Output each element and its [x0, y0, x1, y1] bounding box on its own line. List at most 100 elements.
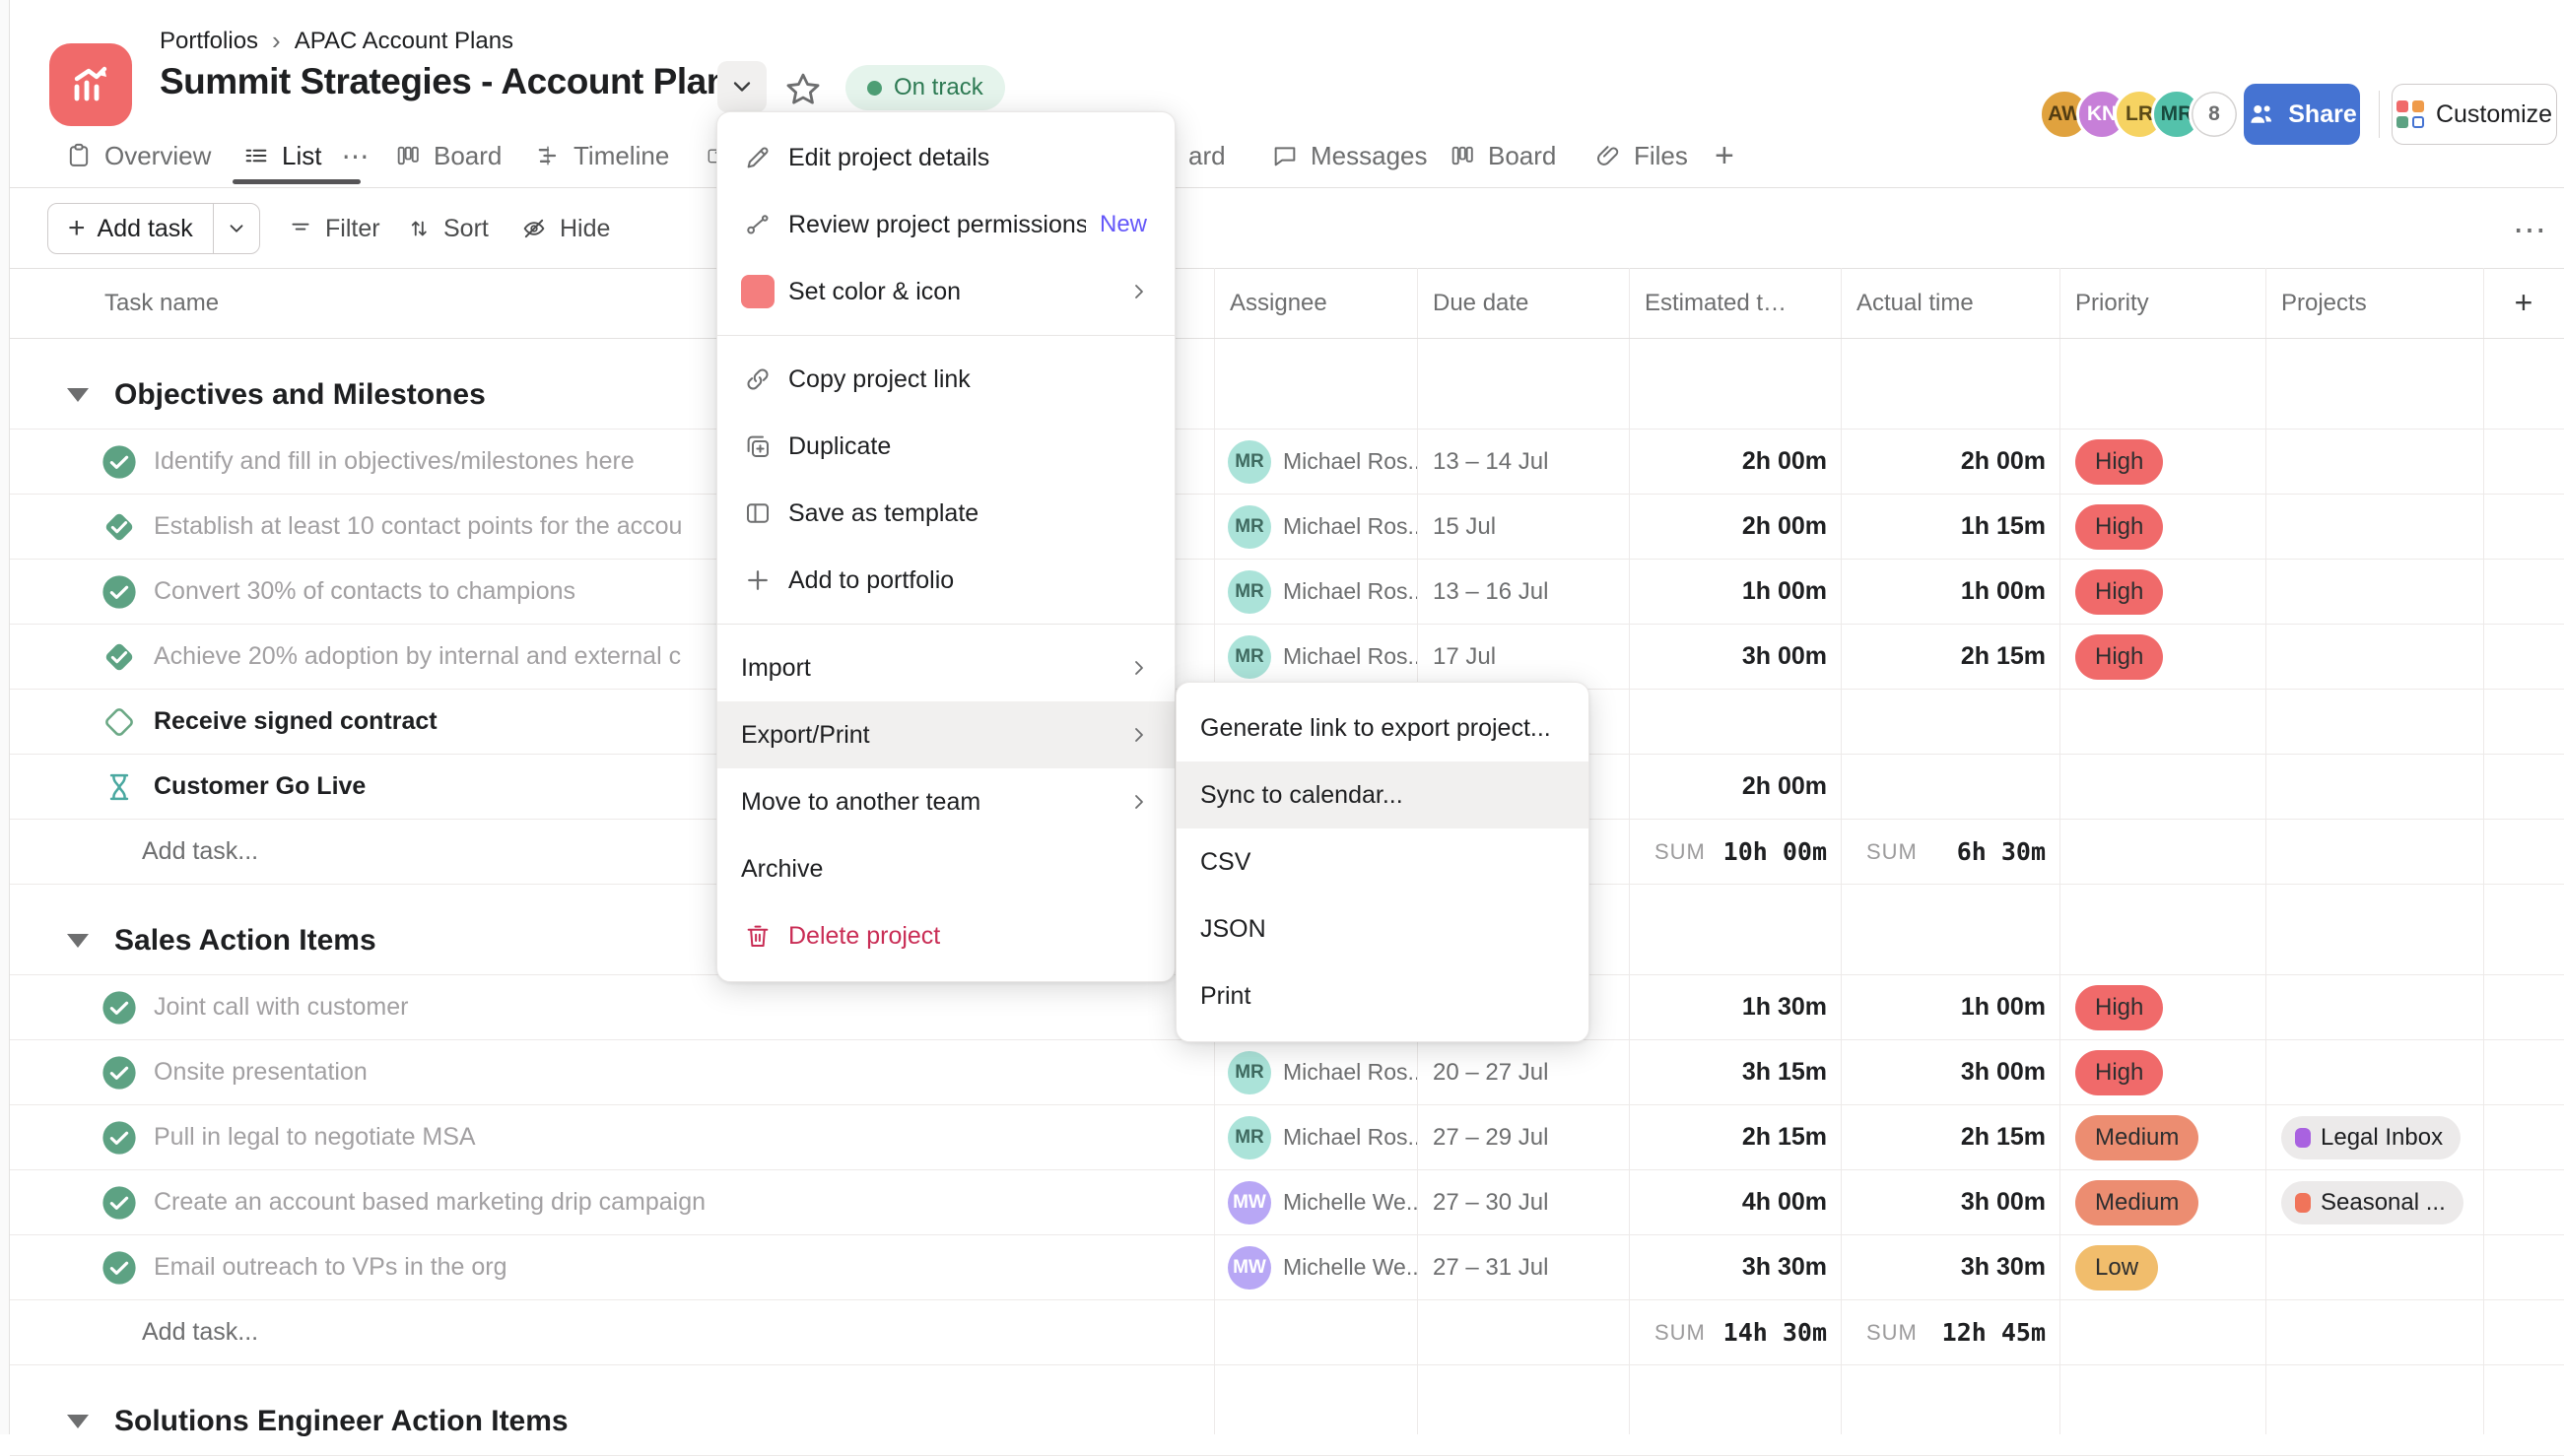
favorite-star-button[interactable]: [782, 69, 824, 110]
sort-button[interactable]: Sort: [406, 203, 489, 254]
priority-cell[interactable]: High: [2059, 495, 2265, 559]
estimated-time-cell[interactable]: 2h 00m: [1629, 495, 1841, 559]
estimated-time-cell[interactable]: 3h 00m: [1629, 625, 1841, 689]
actual-time-cell[interactable]: 3h 00m: [1841, 1040, 2059, 1104]
priority-badge[interactable]: High: [2075, 1050, 2163, 1095]
tab-board[interactable]: Board: [394, 128, 502, 183]
estimated-time-cell[interactable]: 2h 15m: [1629, 1105, 1841, 1169]
assignee-cell[interactable]: MRMichael Ros...: [1214, 495, 1417, 559]
menu-item-add-to-portfolio[interactable]: Add to portfolio: [717, 547, 1175, 614]
due-date-cell[interactable]: 13 – 14 Jul: [1417, 430, 1629, 494]
priority-badge[interactable]: High: [2075, 634, 2163, 680]
task-name[interactable]: Create an account based marketing drip c…: [154, 1188, 706, 1217]
actual-time-cell[interactable]: [1841, 755, 2059, 819]
task-name[interactable]: Joint call with customer: [154, 993, 408, 1022]
priority-cell[interactable]: Medium: [2059, 1170, 2265, 1234]
projects-cell[interactable]: [2265, 625, 2483, 689]
projects-cell[interactable]: [2265, 430, 2483, 494]
task-complete-icon[interactable]: [101, 573, 138, 611]
breadcrumb-portfolios[interactable]: Portfolios: [160, 28, 258, 55]
section-title[interactable]: Objectives and Milestones: [114, 378, 486, 412]
column-header-actual-time[interactable]: Actual time: [1841, 290, 2059, 317]
task-name[interactable]: Pull in legal to negotiate MSA: [154, 1123, 476, 1152]
menu-item-review-project-permissions[interactable]: Review project permissionsNew: [717, 191, 1175, 258]
add-task-button[interactable]: + Add task: [47, 203, 260, 254]
estimated-time-cell[interactable]: 2h 00m: [1629, 430, 1841, 494]
column-header-priority[interactable]: Priority: [2059, 290, 2265, 317]
task-row[interactable]: Email outreach to VPs in the org MWMichel…: [10, 1235, 2564, 1300]
task-name[interactable]: Establish at least 10 contact points for…: [154, 512, 682, 541]
due-date-cell[interactable]: 15 Jul: [1417, 495, 1629, 559]
tab-list-more-icon[interactable]: ⋯: [341, 140, 369, 172]
assignee-cell[interactable]: MRMichael Ros...: [1214, 1105, 1417, 1169]
filter-button[interactable]: Filter: [288, 203, 380, 254]
menu-item-edit-project-details[interactable]: Edit project details: [717, 124, 1175, 191]
task-complete-icon[interactable]: [101, 1054, 138, 1092]
tab-dashboard-partial[interactable]: ard: [1188, 128, 1226, 183]
projects-cell[interactable]: [2265, 1040, 2483, 1104]
menu-item-set-color-icon[interactable]: Set color & icon: [717, 258, 1175, 325]
task-name[interactable]: Email outreach to VPs in the org: [154, 1253, 507, 1282]
section-caret-icon[interactable]: [67, 1415, 89, 1428]
estimated-time-cell[interactable]: 3h 30m: [1629, 1235, 1841, 1299]
projects-cell[interactable]: [2265, 495, 2483, 559]
task-row[interactable]: Pull in legal to negotiate MSA MRMichael …: [10, 1105, 2564, 1170]
due-date-cell[interactable]: 13 – 16 Jul: [1417, 560, 1629, 624]
section-title[interactable]: Solutions Engineer Action Items: [114, 1405, 569, 1438]
assignee-cell[interactable]: MWMichelle We...: [1214, 1235, 1417, 1299]
task-complete-icon[interactable]: [101, 508, 138, 546]
section-caret-icon[interactable]: [67, 934, 89, 948]
menu-item-export-print[interactable]: Export/Print: [717, 701, 1175, 768]
submenu-item-json[interactable]: JSON: [1177, 895, 1588, 962]
actual-time-cell[interactable]: 1h 00m: [1841, 560, 2059, 624]
submenu-item-generate-link-to-export-project[interactable]: Generate link to export project...: [1177, 695, 1588, 761]
task-complete-icon[interactable]: [101, 989, 138, 1026]
milestone-diamond-icon[interactable]: [101, 703, 138, 741]
priority-badge[interactable]: Medium: [2075, 1115, 2198, 1160]
priority-badge[interactable]: High: [2075, 985, 2163, 1030]
page-title[interactable]: Summit Strategies - Account Plan: [160, 61, 728, 102]
priority-cell[interactable]: High: [2059, 975, 2265, 1039]
task-name[interactable]: Receive signed contract: [154, 707, 438, 736]
assignee-cell[interactable]: MRMichael Ros...: [1214, 430, 1417, 494]
actual-time-cell[interactable]: 2h 00m: [1841, 430, 2059, 494]
priority-cell[interactable]: High: [2059, 1040, 2265, 1104]
due-date-cell[interactable]: 17 Jul: [1417, 625, 1629, 689]
menu-item-delete-project[interactable]: Delete project: [717, 902, 1175, 969]
project-color-icon[interactable]: [49, 43, 132, 126]
tab-messages[interactable]: Messages: [1271, 128, 1428, 183]
projects-cell[interactable]: [2265, 755, 2483, 819]
priority-badge[interactable]: Low: [2075, 1245, 2158, 1291]
column-header-due-date[interactable]: Due date: [1417, 290, 1629, 317]
menu-item-archive[interactable]: Archive: [717, 835, 1175, 902]
project-menu-button[interactable]: [717, 61, 767, 112]
task-row[interactable]: Identify and fill in objectives/mileston…: [10, 430, 2564, 495]
submenu-item-print[interactable]: Print: [1177, 962, 1588, 1029]
project-badge[interactable]: Legal Inbox: [2281, 1116, 2461, 1159]
projects-cell[interactable]: Legal Inbox: [2265, 1105, 2483, 1169]
priority-cell[interactable]: [2059, 690, 2265, 754]
menu-item-move-to-another-team[interactable]: Move to another team: [717, 768, 1175, 835]
add-task-dropdown[interactable]: [214, 204, 259, 253]
estimated-time-cell[interactable]: 2h 00m: [1629, 755, 1841, 819]
priority-cell[interactable]: Low: [2059, 1235, 2265, 1299]
tab-timeline[interactable]: Timeline: [534, 128, 669, 183]
assignee-cell[interactable]: MRMichael Ros...: [1214, 560, 1417, 624]
add-column-button[interactable]: +: [2483, 285, 2564, 321]
projects-cell[interactable]: [2265, 690, 2483, 754]
priority-badge[interactable]: Medium: [2075, 1180, 2198, 1225]
estimated-time-cell[interactable]: 1h 00m: [1629, 560, 1841, 624]
menu-item-save-as-template[interactable]: Save as template: [717, 480, 1175, 547]
task-complete-icon[interactable]: [101, 1249, 138, 1287]
tab-files[interactable]: Files: [1594, 128, 1688, 183]
menu-item-import[interactable]: Import: [717, 634, 1175, 701]
task-complete-icon[interactable]: [101, 1119, 138, 1157]
column-header-estimated-time[interactable]: Estimated t…: [1629, 290, 1841, 317]
tab-list[interactable]: List ⋯: [242, 128, 369, 183]
task-name-cell[interactable]: Create an account based marketing drip c…: [10, 1170, 1214, 1234]
submenu-item-csv[interactable]: CSV: [1177, 828, 1588, 895]
task-name-cell[interactable]: Joint call with customer: [10, 975, 1214, 1039]
section-row[interactable]: Solutions Engineer Action Items: [10, 1387, 2564, 1456]
actual-time-cell[interactable]: [1841, 690, 2059, 754]
due-date-cell[interactable]: 27 – 29 Jul: [1417, 1105, 1629, 1169]
